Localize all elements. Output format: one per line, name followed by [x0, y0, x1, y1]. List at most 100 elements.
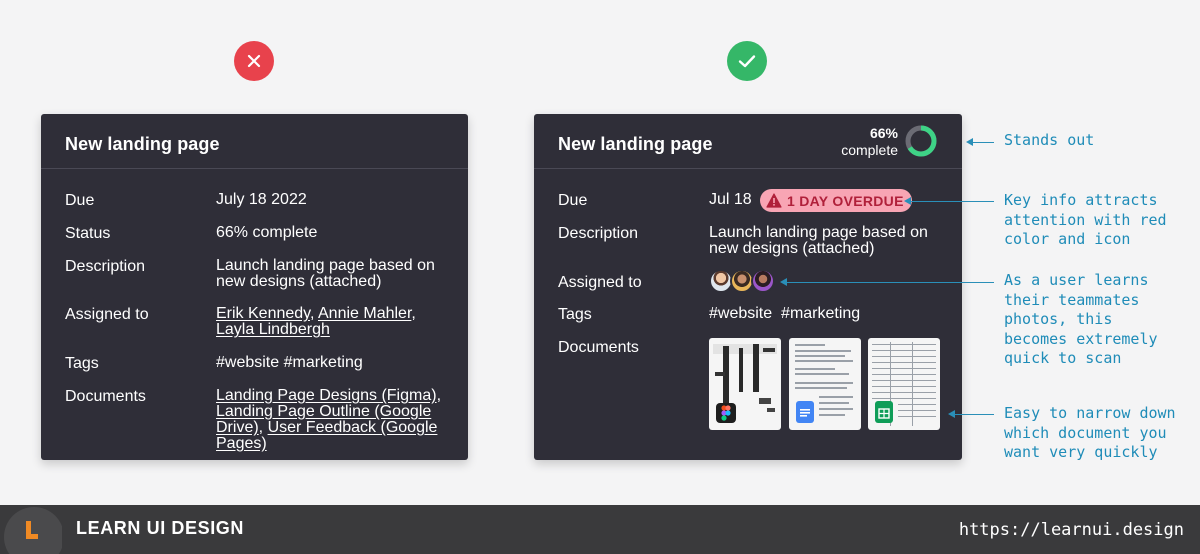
document-thumbnail-sheets[interactable]: [868, 338, 940, 430]
tags-value: #website #marketing: [709, 306, 944, 322]
thumb-line: [872, 368, 936, 369]
thumb-line: [819, 402, 849, 404]
tags-value: #website #marketing: [216, 354, 363, 371]
thumb-line: [872, 344, 936, 345]
document-link[interactable]: Landing Page Designs (Figma): [216, 387, 437, 404]
thumb-line: [795, 355, 845, 357]
thumb-line: [898, 410, 936, 411]
description-line: new designs (attached): [216, 273, 382, 290]
overdue-text: 1 DAY OVERDUE: [787, 192, 904, 209]
card-title: New landing page: [65, 134, 220, 154]
thumb-bar: [767, 408, 775, 412]
thumb-line: [872, 374, 936, 375]
document-link[interactable]: Drive): [216, 419, 259, 436]
thumb-line: [872, 350, 936, 351]
bad-example-badge: [234, 41, 274, 81]
avatar[interactable]: [751, 269, 775, 293]
warning-icon: [766, 193, 782, 208]
task-card-good: New landing page 66% complete Due Jul 18…: [534, 114, 962, 460]
tag[interactable]: #website: [709, 305, 772, 322]
google-sheets-icon: [875, 401, 893, 423]
thumb-line: [819, 396, 853, 398]
description-label: Description: [558, 225, 639, 242]
thumb-line: [872, 386, 936, 387]
tags-label: Tags: [558, 306, 592, 323]
thumb-line: [898, 416, 936, 417]
x-icon: [247, 54, 261, 68]
thumb-bar: [763, 348, 775, 352]
check-icon: [738, 55, 756, 68]
due-value: July 18 2022: [216, 191, 307, 208]
thumb-bar: [759, 398, 771, 404]
assignee-link[interactable]: Erik Kennedy: [216, 305, 310, 322]
thumb-line: [795, 382, 853, 384]
good-example-badge: [727, 41, 767, 81]
thumb-line: [795, 368, 835, 370]
documents-label: Documents: [558, 339, 639, 356]
annotation-arrow: [786, 282, 994, 283]
brand-logo: [0, 505, 62, 554]
assignee-link[interactable]: Layla Lindbergh: [216, 321, 330, 338]
progress-readout: 66% complete: [841, 125, 898, 159]
thumb-line: [872, 380, 936, 381]
thumb-line: [898, 404, 936, 405]
thumb-line: [819, 408, 853, 410]
annotation-stands-out: Stands out: [1004, 131, 1095, 149]
thumb-line: [872, 362, 936, 363]
thumb-line: [795, 360, 853, 362]
thumb-line: [872, 398, 936, 399]
thumb-bar: [715, 372, 725, 376]
thumb-line: [795, 350, 851, 352]
annotation-arrow: [972, 142, 994, 143]
assignees-value: Erik Kennedy, Annie Mahler, Layla Lindbe…: [216, 305, 416, 338]
logo-l-icon: [26, 521, 38, 539]
thumb-bar: [739, 348, 743, 392]
google-docs-icon: [796, 401, 814, 423]
document-thumbnail-figma[interactable]: [709, 338, 781, 430]
status-label: Status: [65, 225, 111, 242]
description-value: Launch landing page based on new designs…: [709, 225, 944, 257]
thumb-line: [872, 392, 936, 393]
assigned-label: Assigned to: [558, 274, 642, 291]
annotation-key-info: Key info attracts attention with red col…: [1004, 191, 1167, 248]
thumb-line: [872, 356, 936, 357]
annotation-arrow: [910, 201, 994, 202]
status-value: 66% complete: [216, 224, 318, 241]
overdue-badge: 1 DAY OVERDUE: [760, 189, 912, 212]
figma-icon: [716, 403, 736, 423]
tags-label: Tags: [65, 355, 99, 372]
description-label: Description: [65, 258, 146, 275]
progress-percent: 66%: [869, 125, 898, 141]
assignee-link[interactable]: Annie Mahler: [318, 305, 411, 322]
card-title: New landing page: [558, 134, 713, 154]
document-link[interactable]: Landing Page Outline (Google: [216, 403, 431, 420]
document-link[interactable]: Pages): [216, 435, 267, 452]
description-line: new designs (attached): [709, 240, 875, 257]
annotation-documents: Easy to narrow down which document you w…: [1004, 404, 1176, 461]
thumb-line: [795, 344, 825, 346]
thumb-line: [795, 387, 847, 389]
progress-label: complete: [841, 142, 898, 158]
description-value: Launch landing page based on new designs…: [216, 258, 451, 290]
description-line: Launch landing page based on: [709, 224, 928, 241]
task-card-bad: New landing page Due July 18 2022 Status…: [41, 114, 468, 460]
annotation-arrow: [954, 414, 994, 415]
documents-value: Landing Page Designs (Figma), Landing Pa…: [216, 387, 442, 452]
thumb-line: [819, 414, 845, 416]
thumb-bar: [753, 344, 759, 392]
footer-brand: LEARN UI DESIGN: [76, 518, 245, 538]
description-line: Launch landing page based on: [216, 257, 435, 274]
thumb-line: [795, 373, 849, 375]
due-label: Due: [558, 192, 588, 209]
tag[interactable]: #marketing: [781, 305, 860, 322]
assignee-avatars: [709, 269, 775, 293]
due-label: Due: [65, 192, 95, 209]
documents-label: Documents: [65, 388, 146, 405]
document-link[interactable]: User Feedback (Google: [268, 419, 438, 436]
card-divider: [41, 168, 468, 169]
thumb-line: [912, 342, 913, 426]
progress-donut: [905, 125, 937, 157]
footer-url[interactable]: https://learnui.design: [959, 520, 1184, 540]
assigned-label: Assigned to: [65, 306, 149, 323]
document-thumbnail-docs[interactable]: [789, 338, 861, 430]
